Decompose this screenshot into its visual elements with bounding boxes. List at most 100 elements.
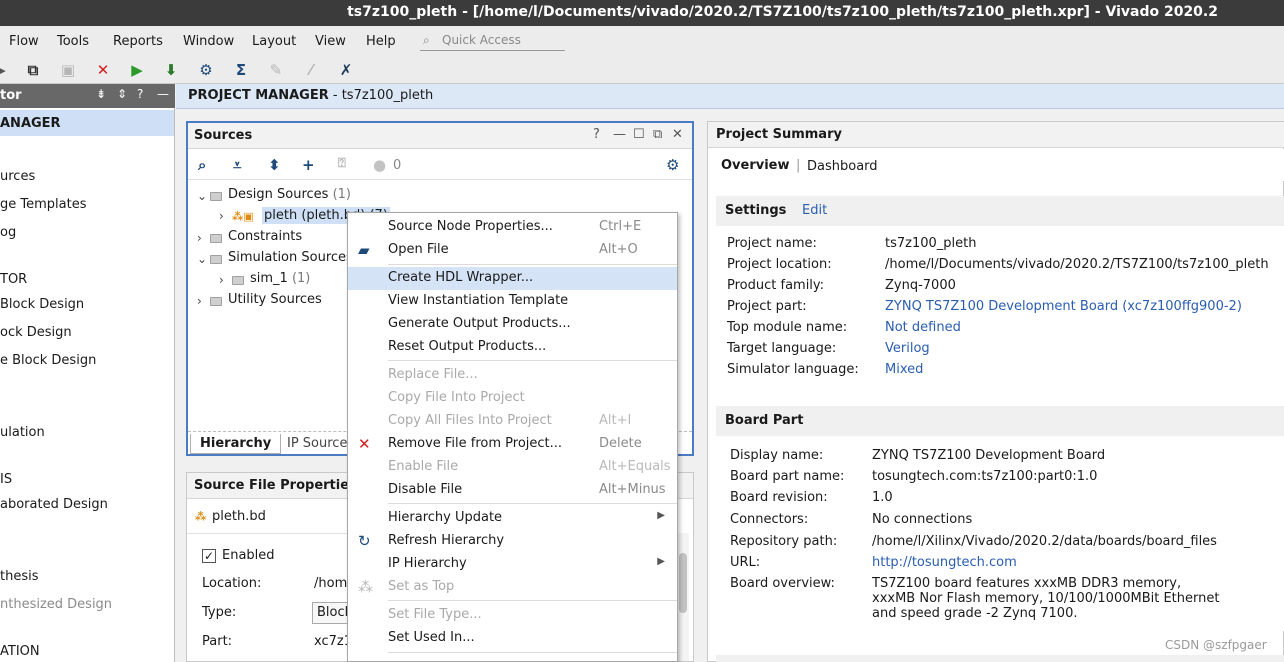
tool-icon[interactable]: ✗: [336, 60, 356, 80]
settings-icon[interactable]: ⚙: [196, 60, 216, 80]
menu-item-copy-file-into-project[interactable]: Copy File Into Project: [348, 387, 677, 410]
flow-item-run-synthesis[interactable]: thesis: [0, 569, 39, 584]
menu-item-shortcut: Alt+Equals: [599, 459, 671, 474]
enabled-checkbox[interactable]: ✓: [202, 549, 216, 563]
quick-access-input[interactable]: ⌕ Quick Access: [420, 32, 565, 51]
delete-icon[interactable]: ✕: [93, 60, 113, 80]
help-icon[interactable]: ?: [593, 127, 600, 142]
tree-item-sim-1[interactable]: sim_1 (1): [250, 271, 310, 286]
flow-item-implementation[interactable]: ATION: [0, 644, 40, 659]
target-language-link[interactable]: Verilog: [885, 341, 930, 356]
scrollbar-thumb[interactable]: [679, 553, 687, 613]
search-icon[interactable]: ⌕: [198, 156, 206, 174]
tree-item-simulation-sources[interactable]: Simulation Sources: [228, 250, 353, 265]
copy-icon[interactable]: ⧉: [23, 60, 43, 80]
menu-item-copy-all-files[interactable]: Copy All Files Into Project Alt+I: [348, 410, 677, 433]
flow-item-project-manager[interactable]: ANAGER: [0, 116, 61, 131]
flow-item-open-block-design[interactable]: ock Design: [0, 325, 72, 340]
simulator-language-link[interactable]: Mixed: [885, 362, 923, 377]
folder-icon: [210, 192, 222, 201]
menu-item-open-file[interactable]: ▰ Open File Alt+O: [348, 239, 677, 262]
minimize-icon[interactable]: —: [613, 127, 626, 142]
properties-scrollbar[interactable]: [677, 533, 689, 661]
tab-separator: |: [796, 158, 801, 173]
chevron-down-icon[interactable]: ⌄: [197, 189, 207, 203]
menu-flow[interactable]: Flow: [9, 34, 39, 49]
menu-separator: [388, 503, 677, 504]
flow-item-run-simulation[interactable]: ulation: [0, 425, 45, 440]
menu-view[interactable]: View: [315, 34, 346, 49]
menu-window[interactable]: Window: [183, 34, 234, 49]
flow-item-elaborated-design[interactable]: aborated Design: [0, 497, 108, 512]
menu-item-source-node-properties[interactable]: Source Node Properties... Ctrl+E: [348, 216, 677, 239]
chevron-right-icon[interactable]: ›: [197, 231, 202, 245]
menu-item-ip-hierarchy[interactable]: IP Hierarchy ▶: [348, 553, 677, 576]
menu-help[interactable]: Help: [366, 34, 396, 49]
flow-item-ip-catalog[interactable]: og: [0, 225, 16, 240]
menu-item-create-hdl-wrapper[interactable]: Create HDL Wrapper...: [348, 267, 677, 290]
flow-item-generate-block-design[interactable]: e Block Design: [0, 353, 96, 368]
close-icon[interactable]: ✕: [672, 127, 683, 142]
menu-item-set-used-in[interactable]: Set Used In...: [348, 627, 677, 650]
settings-edit-link[interactable]: Edit: [802, 203, 827, 218]
add-icon[interactable]: +: [302, 156, 315, 174]
chevron-down-icon[interactable]: ⌄: [197, 252, 207, 266]
menu-item-reset-output-products[interactable]: Reset Output Products...: [348, 336, 677, 359]
menu-reports[interactable]: Reports: [113, 34, 163, 49]
menu-tools[interactable]: Tools: [57, 34, 89, 49]
collapse-all-icon[interactable]: ⩡: [233, 156, 241, 174]
bitstream-icon[interactable]: ⬇: [161, 60, 181, 80]
flow-item-add-sources[interactable]: urces: [0, 169, 35, 184]
minimize-icon[interactable]: —: [157, 87, 169, 101]
nav-icon[interactable]: ▸: [0, 60, 12, 80]
menu-item-generate-output-products[interactable]: Generate Output Products...: [348, 313, 677, 336]
sigma-icon[interactable]: Σ: [231, 60, 251, 80]
flow-item-synthesized-design[interactable]: nthesized Design: [0, 597, 112, 612]
menu-item-set-file-type[interactable]: Set File Type...: [348, 604, 677, 627]
board-value: 1.0: [872, 490, 893, 505]
menu-item-view-instantiation-template[interactable]: View Instantiation Template: [348, 290, 677, 313]
pin-icon[interactable]: ✎: [266, 60, 286, 80]
tree-item-constraints[interactable]: Constraints: [228, 229, 302, 244]
board-value: tosungtech.com:ts7z100:part0:1.0: [872, 469, 1098, 484]
flow-item-create-block-design[interactable]: Block Design: [0, 297, 84, 312]
project-part-link[interactable]: ZYNQ TS7Z100 Development Board (xc7z100f…: [885, 299, 1242, 314]
tree-item-design-sources[interactable]: Design Sources (1): [228, 187, 351, 202]
menu-item-hierarchy-update[interactable]: Hierarchy Update ▶: [348, 507, 677, 530]
chevron-right-icon[interactable]: ›: [197, 294, 202, 308]
menu-item-remove-file[interactable]: ✕ Remove File from Project... Delete: [348, 433, 677, 456]
menu-item-enable-file[interactable]: Enable File Alt+Equals: [348, 456, 677, 479]
menu-item-disable-file[interactable]: Disable File Alt+Minus: [348, 479, 677, 502]
menu-item-set-as-top[interactable]: ⁂ Set as Top: [348, 576, 677, 599]
flow-item-language-templates[interactable]: ge Templates: [0, 197, 86, 212]
menu-item-refresh-hierarchy[interactable]: ↻ Refresh Hierarchy: [348, 530, 677, 553]
chevron-right-icon[interactable]: ›: [219, 209, 224, 223]
maximize-icon[interactable]: ☐: [633, 127, 645, 142]
tree-item-utility-sources[interactable]: Utility Sources: [228, 292, 322, 307]
wand-icon[interactable]: ⁄: [301, 60, 321, 80]
flow-item-rtl-analysis[interactable]: IS: [0, 472, 12, 487]
tab-dashboard[interactable]: Dashboard: [807, 159, 878, 174]
float-icon[interactable]: ⧉: [653, 127, 662, 142]
tab-overview[interactable]: Overview: [721, 158, 790, 173]
menu-layout[interactable]: Layout: [252, 34, 296, 49]
chevron-right-icon[interactable]: ›: [219, 273, 224, 287]
type-select[interactable]: Block: [312, 602, 352, 624]
expand-all-icon[interactable]: ⬍: [268, 156, 281, 174]
collapse-all-icon[interactable]: ⇟: [96, 87, 106, 101]
expand-all-icon[interactable]: ⇕: [117, 87, 127, 101]
run-icon[interactable]: ▶: [127, 60, 147, 80]
top-module-link[interactable]: Not defined: [885, 320, 961, 335]
flow-item-ip-integrator[interactable]: TOR: [0, 272, 27, 287]
paste-icon[interactable]: ▣: [58, 60, 78, 80]
refresh-icon: ↻: [358, 532, 371, 550]
properties-icon[interactable]: ⍰: [338, 156, 346, 171]
board-url-link[interactable]: http://tosungtech.com: [872, 555, 1017, 570]
menu-item-replace-file[interactable]: Replace File...: [348, 364, 677, 387]
tab-ip-sources[interactable]: IP Source: [278, 434, 356, 454]
settings-icon[interactable]: ⚙: [666, 156, 679, 174]
enabled-label: Enabled: [222, 548, 275, 563]
tab-hierarchy[interactable]: Hierarchy: [190, 434, 282, 454]
board-key: Board revision:: [730, 490, 828, 505]
help-icon[interactable]: ?: [137, 87, 143, 101]
